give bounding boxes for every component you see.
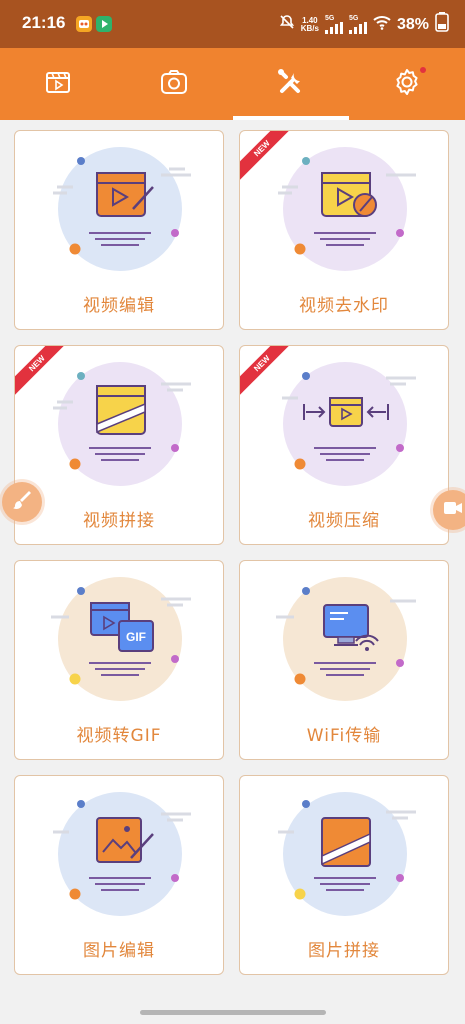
card-video-to-gif[interactable]: GIF 视频转GIF [14,560,224,760]
video-clapper-icon [44,68,72,100]
new-badge-text: NEW [240,131,297,183]
camera-icon [159,68,189,100]
image-merge-icon [278,792,416,916]
network-speed-unit: KB/s [300,23,319,33]
floating-video-button[interactable] [433,490,465,530]
card-label: 视频去水印 [299,296,389,316]
floating-brush-button[interactable] [2,482,42,522]
tab-video[interactable] [0,48,116,120]
video-to-gif-icon: GIF [51,577,191,701]
brush-icon [11,489,33,515]
status-indicators: 1.40 KB/s 5G 5G 38% [279,12,449,37]
top-tab-bar [0,48,465,120]
wifi-transfer-icon [276,577,416,701]
card-video-watermark[interactable]: NEW 视频去水印 [239,130,449,330]
card-video-compress[interactable]: NEW 视频压缩 [239,345,449,545]
signal2-label: 5G [348,15,359,22]
gif-badge-text: GIF [126,630,146,644]
status-time: 21:16 [22,13,66,32]
new-badge-text: NEW [240,346,297,398]
image-edit-icon [53,792,191,916]
app-notification-icon-2 [96,16,112,32]
card-label: 视频编辑 [83,296,155,316]
signal-icon-1: 5G [324,15,343,34]
wifi-icon [373,14,391,35]
card-label: 图片拼接 [308,941,380,961]
tab-selected-indicator [233,116,349,120]
tools-icon [276,67,306,101]
settings-gear-icon [392,67,422,101]
new-badge: NEW [240,131,300,191]
card-label: 图片编辑 [83,941,155,961]
new-badge-text: NEW [15,346,72,398]
card-image-merge[interactable]: 图片拼接 [239,775,449,975]
video-edit-icon [53,147,191,271]
card-video-edit[interactable]: 视频编辑 [14,130,224,330]
card-label: 视频拼接 [83,511,155,531]
tab-tools[interactable] [233,48,349,120]
card-label: 视频压缩 [308,511,380,531]
settings-notification-dot [420,67,426,73]
tab-settings[interactable] [349,48,465,120]
card-wifi-transfer[interactable]: WiFi传输 [239,560,449,760]
status-bar: 21:16 1.40 KB/s 5G 5G 38% [0,0,465,48]
video-camera-icon [442,499,464,521]
battery-icon [435,12,449,37]
battery-percent: 38% [396,15,429,33]
network-speed: 1.40 KB/s [300,16,319,33]
mute-icon [279,14,295,35]
new-badge: NEW [240,346,300,406]
home-indicator[interactable] [140,1010,326,1015]
app-notification-icon [76,16,92,32]
card-label: 视频转GIF [76,726,162,746]
signal1-label: 5G [324,15,335,22]
tab-camera[interactable] [116,48,232,120]
signal-icon-2: 5G [348,15,367,34]
card-label: WiFi传输 [306,726,382,746]
card-video-merge[interactable]: NEW 视频拼接 [14,345,224,545]
new-badge: NEW [15,346,75,406]
card-image-edit[interactable]: 图片编辑 [14,775,224,975]
